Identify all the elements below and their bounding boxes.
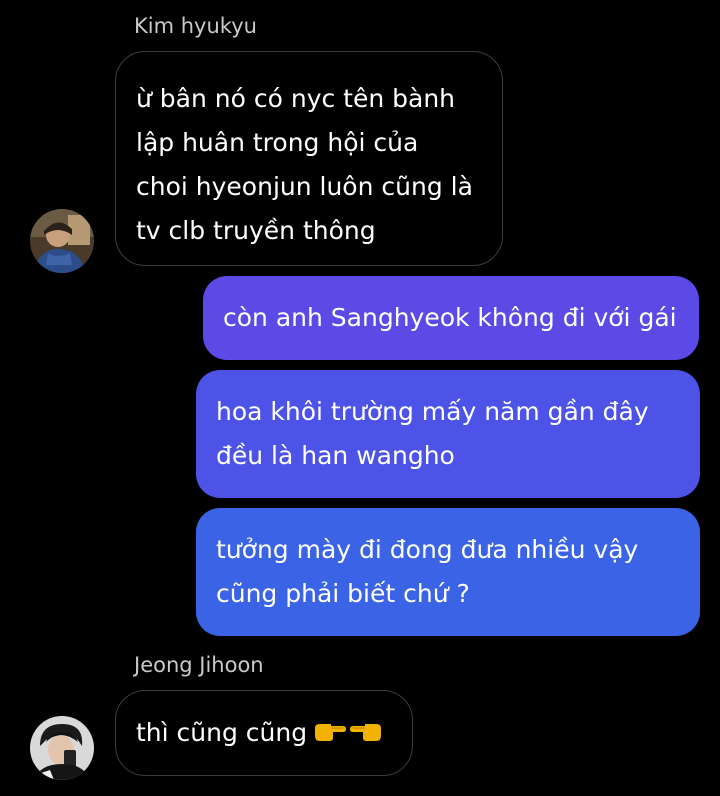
pointing-right-hand-icon <box>313 720 347 748</box>
message-line: tưởng mày đi đong đưa nhiều vậy <box>216 535 639 564</box>
message-line: ừ bân nó có nyc tên bành <box>136 84 456 113</box>
message-line: lập huân trong hội của <box>136 128 419 157</box>
message-bubble-incoming[interactable]: ừ bân nó có nyc tên bành lập huân trong … <box>115 51 503 266</box>
message-line: choi hyeonjun luôn cũng là <box>136 172 473 201</box>
message-bubble-incoming[interactable]: thì cũng cũng <box>115 690 413 776</box>
sender-name-jeong-jihoon: Jeong Jihoon <box>134 653 264 677</box>
message-line: đều là han wangho <box>216 441 455 470</box>
message-line: tv clb truyền thông <box>136 216 376 245</box>
message-text: thì cũng cũng <box>136 718 308 747</box>
message-line: hoa khôi trường mấy năm gần đây <box>216 397 649 426</box>
pointing-left-hand-icon <box>349 720 383 748</box>
message-line: còn anh Sanghyeok không đi với gái <box>223 303 677 332</box>
avatar-kim-hyukyu[interactable] <box>30 209 94 273</box>
message-line: cũng phải biết chứ ? <box>216 579 470 608</box>
avatar-photo-icon <box>30 209 94 273</box>
message-bubble-outgoing[interactable]: còn anh Sanghyeok không đi với gái <box>203 276 699 360</box>
message-bubble-outgoing[interactable]: tưởng mày đi đong đưa nhiều vậy cũng phả… <box>196 508 700 636</box>
avatar-photo-icon <box>30 716 94 780</box>
avatar-jeong-jihoon[interactable] <box>30 716 94 780</box>
message-bubble-outgoing[interactable]: hoa khôi trường mấy năm gần đây đều là h… <box>196 370 700 498</box>
sender-name-kim-hyukyu: Kim hyukyu <box>134 14 257 38</box>
